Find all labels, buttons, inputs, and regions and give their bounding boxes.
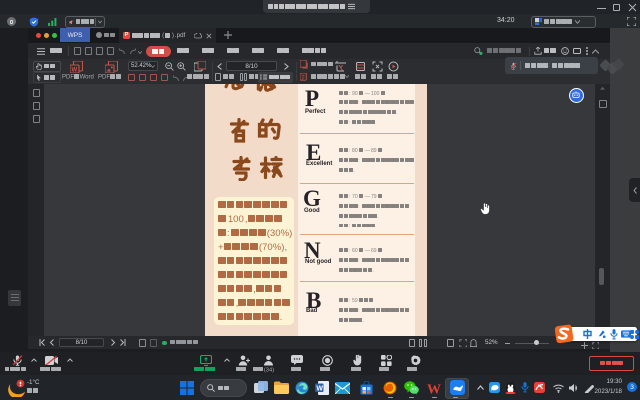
svg-text:W: W: [72, 67, 78, 73]
svg-text:W: W: [427, 383, 441, 396]
svg-text:W: W: [316, 385, 323, 392]
